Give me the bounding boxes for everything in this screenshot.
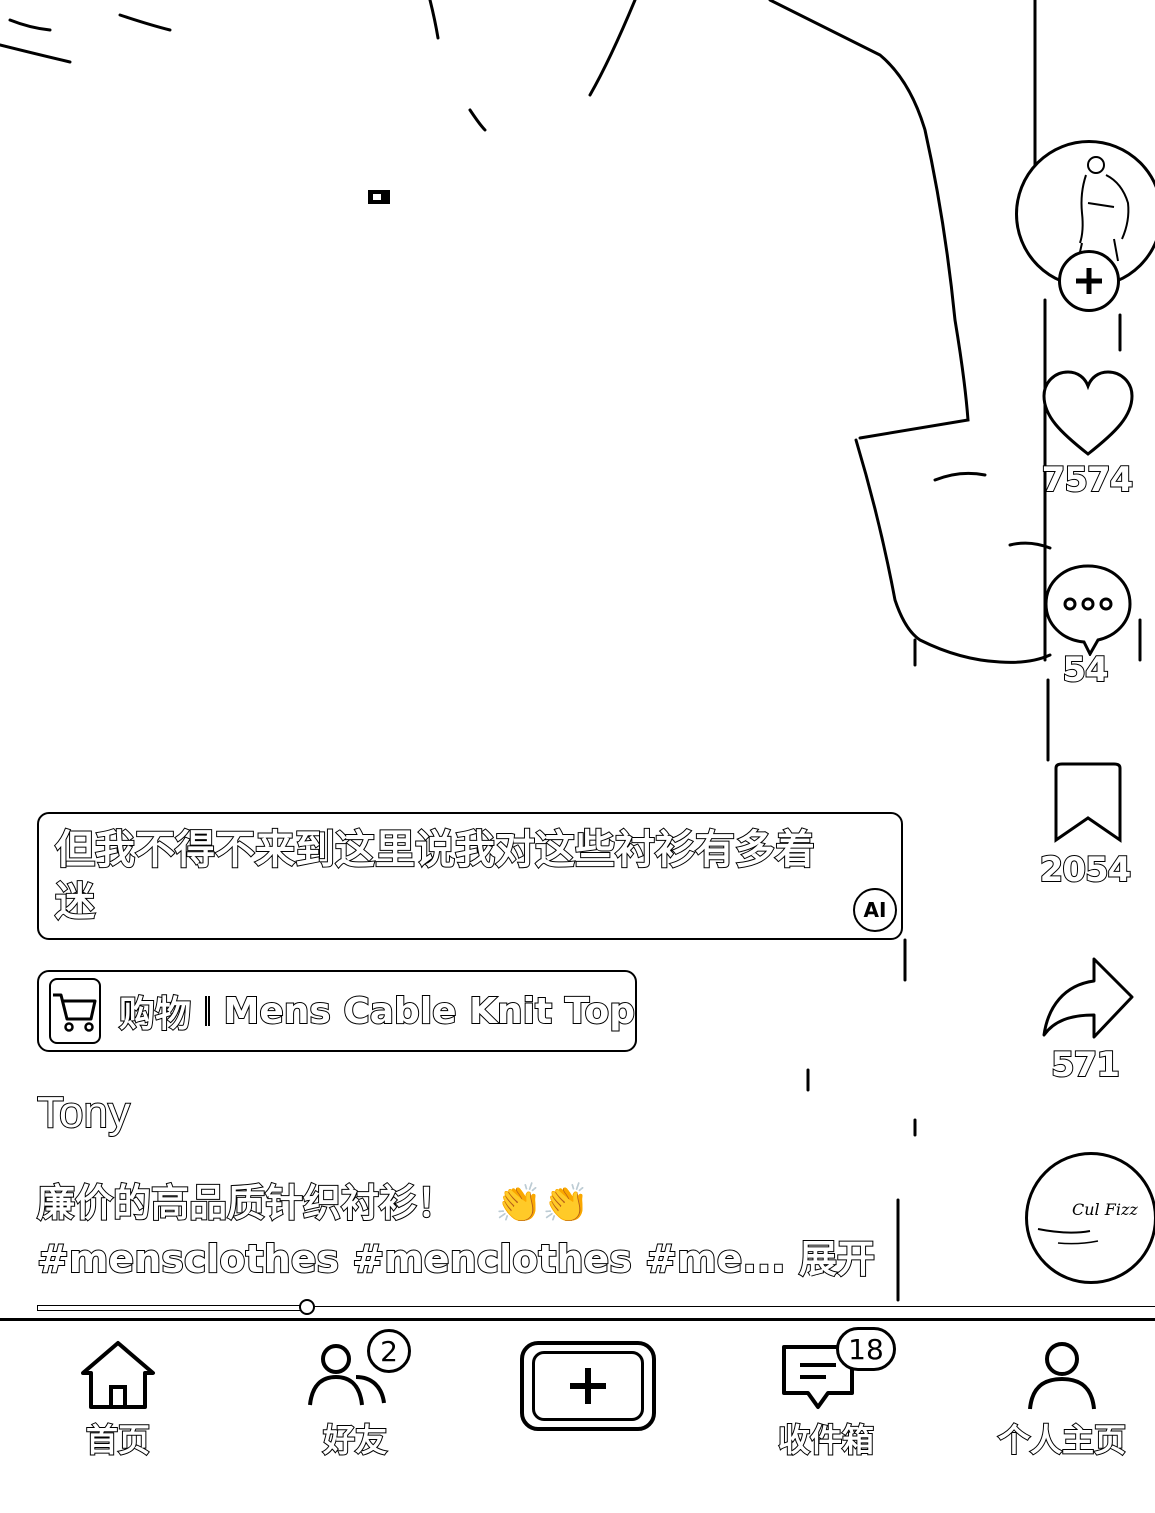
disc-art-icon: Cul Fizz — [1037, 1200, 1138, 1245]
plus-icon — [570, 1368, 606, 1404]
description-hashtags: #mensclothes #menclothes #me... — [36, 1236, 787, 1282]
nav-inbox-label: 收件箱 — [777, 1420, 875, 1460]
save-count: 2054 — [1039, 849, 1133, 891]
nav-friends-label: 好友 — [322, 1420, 388, 1460]
like-count: 7574 — [1041, 459, 1135, 501]
disc-logo-text: Cul Fizz — [1072, 1200, 1138, 1219]
plus-icon — [1076, 268, 1102, 294]
shop-separator — [205, 996, 210, 1026]
like-button[interactable]: 7574 — [1010, 368, 1155, 501]
ai-badge-label: AI — [863, 898, 887, 922]
heart-icon — [1042, 370, 1134, 456]
comment-button[interactable]: 54 — [1010, 560, 1155, 691]
cart-icon-box — [49, 978, 101, 1044]
shopping-cart-icon — [53, 993, 97, 1032]
description-line-1: 廉价的高品质针织衬衫！ 👏👏 — [36, 1175, 897, 1231]
description-text: 廉价的高品质针织衬衫！ — [36, 1180, 456, 1226]
bookmark-icon — [1054, 762, 1122, 843]
shop-product-pill[interactable]: 购物 Mens Cable Knit Top — [37, 970, 637, 1052]
video-progress-bar[interactable] — [37, 1299, 1155, 1315]
expand-link[interactable]: 展开 — [798, 1236, 876, 1282]
video-feed-screen: 7574 54 2054 571 Cul Fizz 但我不得不来到这里说我对这些… — [0, 0, 1155, 1513]
description-line-2: #mensclothes #menclothes #me... 展开 — [36, 1231, 897, 1287]
comment-bubble-icon — [1044, 564, 1132, 656]
share-count: 571 — [1050, 1044, 1121, 1086]
profile-icon — [1028, 1342, 1096, 1410]
comment-count: 54 — [1061, 649, 1109, 691]
video-frame[interactable] — [0, 0, 1155, 1320]
share-arrow-icon — [1042, 957, 1134, 1039]
follow-plus-button[interactable] — [1058, 250, 1120, 312]
progress-fill — [37, 1305, 308, 1311]
shop-label: 购物 — [118, 993, 192, 1036]
share-button[interactable]: 571 — [1010, 955, 1155, 1086]
create-button[interactable] — [520, 1341, 656, 1431]
nav-home-label: 首页 — [85, 1420, 151, 1460]
author-name[interactable]: Tony — [36, 1087, 131, 1138]
save-button[interactable]: 2054 — [1010, 762, 1155, 891]
home-icon — [81, 1341, 155, 1409]
ai-badge-icon[interactable]: AI — [853, 888, 897, 932]
inbox-badge: 18 — [836, 1327, 896, 1371]
shop-product-name: Mens Cable Knit Top — [223, 990, 636, 1033]
music-disc[interactable]: Cul Fizz — [1025, 1152, 1155, 1284]
video-description[interactable]: 廉价的高品质针织衬衫！ 👏👏 #mensclothes #menclothes #… — [36, 1175, 897, 1287]
friends-badge: 2 — [367, 1329, 411, 1373]
caption-text: 但我不得不来到这里说我对这些衬衫有多着迷 — [54, 826, 816, 926]
caption-banner: 但我不得不来到这里说我对这些衬衫有多着迷 AI — [37, 812, 903, 940]
bottom-nav: 首页 2 好友 18 收件箱 个人主页 — [0, 1318, 1155, 1513]
nav-profile-label: 个人主页 — [997, 1420, 1127, 1460]
clapping-hands-emoji: 👏👏 — [495, 1181, 591, 1226]
